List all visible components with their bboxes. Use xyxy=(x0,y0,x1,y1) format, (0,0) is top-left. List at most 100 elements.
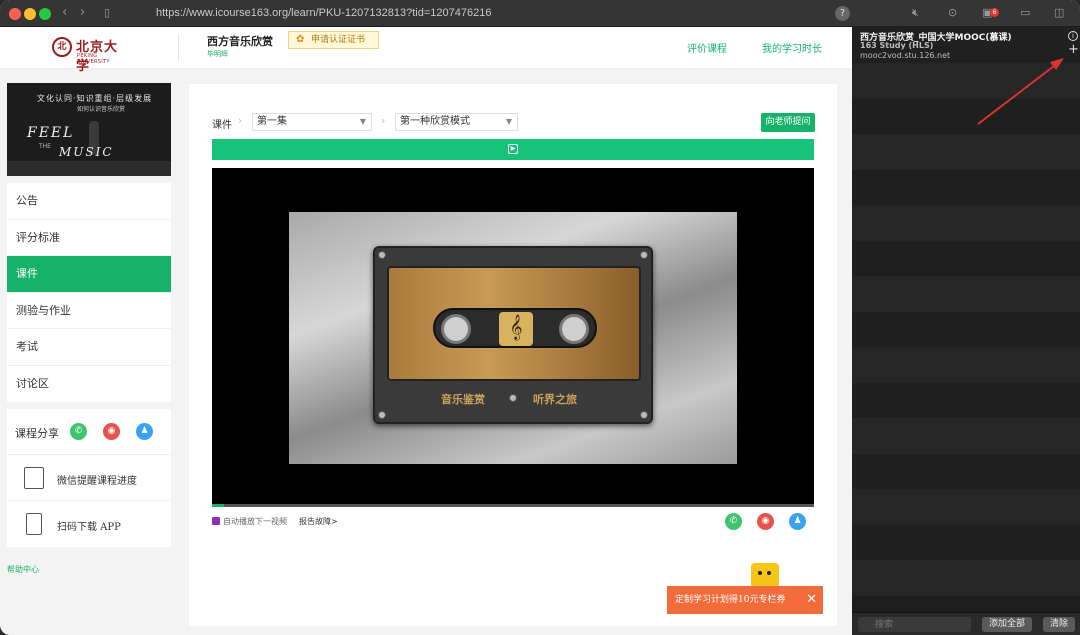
video-frame: 𝄞 音乐鉴赏 听界之旅 xyxy=(289,212,737,464)
thumbnail-line2: 如何认识音乐欣赏 xyxy=(77,106,126,113)
thumbnail-line1: 文化认同·知识重组·层级发展 xyxy=(37,94,153,103)
mascot-eye xyxy=(767,571,771,575)
scan-download-item[interactable]: 扫码下载 APP xyxy=(7,501,171,547)
nav-quizzes[interactable]: 测验与作业 xyxy=(7,293,171,329)
nav-grading[interactable]: 评分标准 xyxy=(7,220,171,256)
screw xyxy=(378,251,386,259)
add-icon[interactable]: + xyxy=(1068,43,1079,57)
browser-window: ‹ › ▯ https://www.icourse163.org/learn/P… xyxy=(0,0,1080,635)
nav-courseware[interactable]: 课件 xyxy=(7,256,171,293)
wechat-remind-item[interactable]: 微信提醒课程进度 xyxy=(7,455,171,501)
episode-select[interactable]: 第一集 ▼ xyxy=(252,113,372,131)
logo-text-en: PEKING UNIVERSITY xyxy=(77,53,110,65)
list-item xyxy=(852,311,1080,347)
cassette-text-right: 听界之旅 xyxy=(533,393,577,406)
cassette-label: 𝄞 xyxy=(387,266,641,381)
mode-select[interactable]: 第一种欣赏模式 ▼ xyxy=(395,113,518,131)
chevron-down-icon: ▼ xyxy=(505,117,512,126)
stream-sidebar: 西方音乐欣赏_中国大学MOOC(慕课) 163 Study (HLS) mooc… xyxy=(852,27,1080,635)
autoplay-toggle[interactable]: 自动播放下一视频 xyxy=(212,516,287,527)
thumbnail-music: MUSIC xyxy=(59,145,114,159)
nav-announcements[interactable]: 公告 xyxy=(7,183,171,220)
back-icon[interactable]: ‹ xyxy=(62,6,67,20)
phone-icon xyxy=(26,513,42,535)
chat-icon[interactable]: ▭ xyxy=(1020,6,1030,20)
screw xyxy=(509,394,517,402)
video-play-icon[interactable]: ▶ xyxy=(508,144,518,154)
forward-icon[interactable]: › xyxy=(80,6,85,20)
notification-badge: 6 xyxy=(990,8,999,17)
stream-footer: ⌕ 添加全部 清除 xyxy=(852,612,1080,635)
course-teacher[interactable]: 毕明辉 xyxy=(207,49,228,59)
study-plan-promo[interactable]: 定制学习计划得10元专栏券 ✕ xyxy=(667,586,823,614)
list-item xyxy=(852,63,1080,99)
thumbnail-stage xyxy=(7,161,171,176)
list-item xyxy=(852,134,1080,170)
report-bug-link[interactable]: 报告故障> xyxy=(299,516,338,527)
autoplay-label: 自动播放下一视频 xyxy=(223,517,287,526)
screw xyxy=(640,251,648,259)
study-time-link[interactable]: 我的学习时长 xyxy=(762,40,822,55)
thumbnail-feel: FEEL xyxy=(27,125,75,141)
site-header: 北 北京大学 PEKING UNIVERSITY 西方音乐欣赏 毕明辉 ✿ 申请… xyxy=(0,27,852,74)
list-item xyxy=(852,240,1080,276)
header-divider xyxy=(178,34,179,61)
help-icon[interactable]: ? xyxy=(835,6,850,21)
wechat-share-icon[interactable]: ✆ xyxy=(70,423,87,440)
close-icon[interactable]: ✕ xyxy=(806,586,817,614)
wechat-share-icon[interactable]: ✆ xyxy=(725,513,742,530)
share-label: 课程分享 xyxy=(15,427,59,440)
sidebar-toggle-icon[interactable]: ▯ xyxy=(104,6,110,20)
weibo-share-icon[interactable]: ◉ xyxy=(103,423,120,440)
treble-clef-icon: 𝄞 xyxy=(499,312,533,346)
browser-titlebar: ‹ › ▯ https://www.icourse163.org/learn/P… xyxy=(0,0,1080,27)
video-progress-bar[interactable] xyxy=(212,504,814,507)
mode-select-value: 第一种欣赏模式 xyxy=(400,116,470,127)
close-window-button[interactable] xyxy=(9,8,21,20)
chevron-down-icon: ▼ xyxy=(359,117,366,126)
share-panel: 课程分享 ✆ ◉ ♟ 微信提醒课程进度 扫码下载 APP xyxy=(7,409,171,547)
add-all-button[interactable]: 添加全部 xyxy=(982,617,1032,632)
list-item xyxy=(852,347,1080,383)
nav-exam[interactable]: 考试 xyxy=(7,329,171,366)
pku-logo[interactable]: 北 北京大学 PEKING UNIVERSITY xyxy=(52,35,130,74)
thumbnail-the: THE xyxy=(39,143,51,150)
minimize-window-button[interactable] xyxy=(24,8,36,20)
weibo-share-icon[interactable]: ◉ xyxy=(757,513,774,530)
reel xyxy=(441,314,471,344)
clear-button[interactable]: 清除 xyxy=(1043,617,1075,632)
help-center-link[interactable]: 帮助中心 xyxy=(7,564,39,575)
address-bar[interactable]: https://www.icourse163.org/learn/PKU-120… xyxy=(156,7,491,19)
cassette-window: 𝄞 xyxy=(433,308,597,348)
qq-share-icon[interactable]: ♟ xyxy=(136,423,153,440)
list-item xyxy=(852,169,1080,205)
mascot-eye xyxy=(758,571,762,575)
nav-discussion[interactable]: 讨论区 xyxy=(7,366,171,403)
video-player[interactable]: 𝄞 音乐鉴赏 听界之旅 xyxy=(212,168,814,507)
split-view-icon[interactable]: ◫ xyxy=(1054,6,1064,20)
play-circle-icon[interactable]: ⊙ xyxy=(948,6,957,20)
zoom-window-button[interactable] xyxy=(39,8,51,20)
apply-certificate-label: 申请认证证书 xyxy=(311,35,366,45)
apply-certificate-button[interactable]: ✿ 申请认证证书 xyxy=(288,31,379,49)
screw xyxy=(378,411,386,419)
qq-share-icon[interactable]: ♟ xyxy=(789,513,806,530)
courseware-crumb: 课件 xyxy=(212,120,232,131)
mute-icon[interactable]: 🔇︎ xyxy=(912,6,919,20)
ask-teacher-button[interactable]: 向老师提问 xyxy=(761,113,815,132)
list-item xyxy=(852,98,1080,134)
pku-seal-icon: 北 xyxy=(52,37,72,57)
course-title[interactable]: 西方音乐欣赏 xyxy=(207,33,273,49)
video-tab-bar[interactable]: ▶ xyxy=(212,139,814,160)
review-course-link[interactable]: 评价课程 xyxy=(687,40,727,55)
chevron-right-icon: › xyxy=(238,114,243,127)
list-item xyxy=(852,205,1080,241)
list-item xyxy=(852,276,1080,312)
list-item xyxy=(852,382,1080,418)
info-icon[interactable]: i xyxy=(1068,31,1078,41)
autoplay-checkbox[interactable] xyxy=(212,517,220,525)
ribbon-icon: ✿ xyxy=(296,34,305,45)
screw xyxy=(640,411,648,419)
search-input[interactable] xyxy=(858,617,971,632)
mascot-icon xyxy=(751,563,779,588)
